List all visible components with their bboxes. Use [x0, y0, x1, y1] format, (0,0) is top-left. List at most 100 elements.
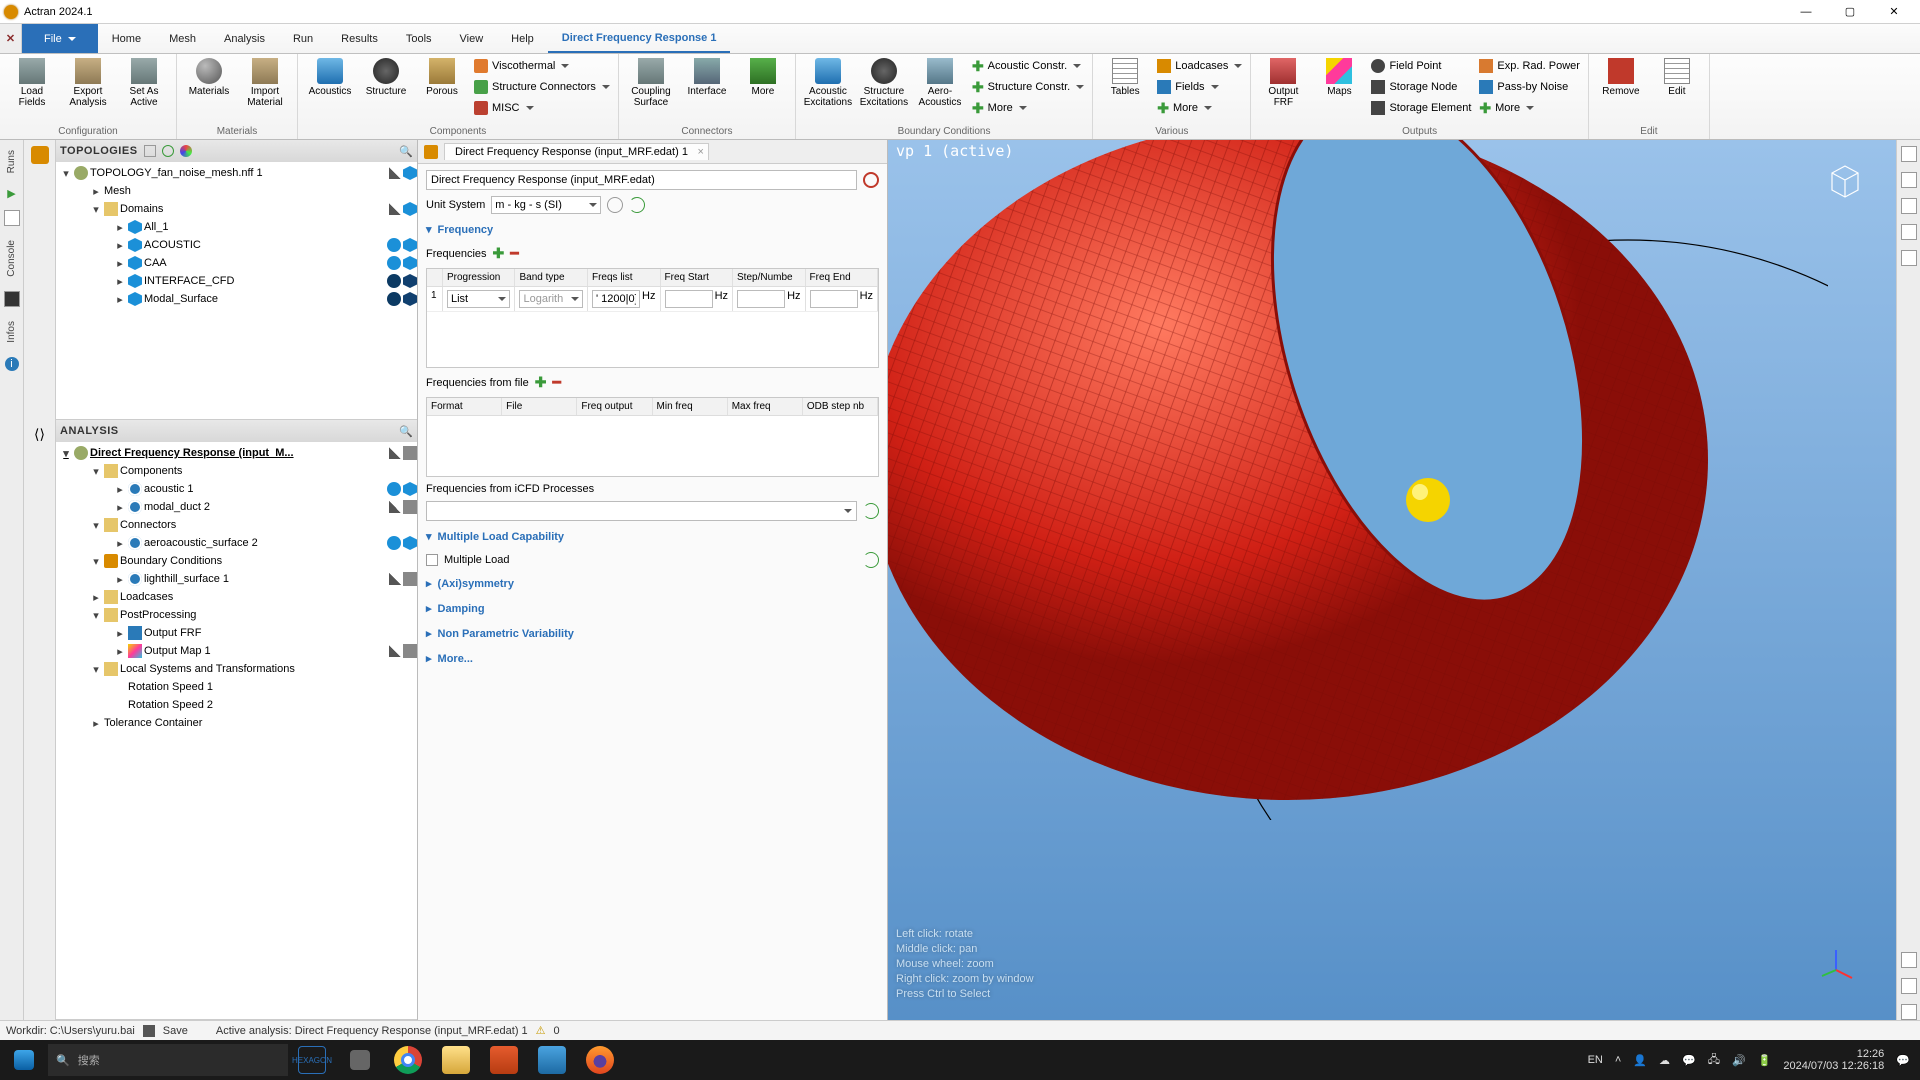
coupling-surface-button[interactable]: CouplingSurface	[625, 56, 677, 110]
tree-item[interactable]: ▸lighthill_surface 1	[56, 570, 417, 588]
taskbar-app-powerpoint[interactable]	[480, 1040, 528, 1080]
aero-acoustics-button[interactable]: Aero-Acoustics	[914, 56, 966, 110]
tool-icon[interactable]	[1901, 250, 1917, 266]
gutter-icon[interactable]	[4, 210, 20, 226]
tool-icon[interactable]	[1901, 1004, 1917, 1020]
edit-icon[interactable]	[389, 203, 401, 215]
multiload-checkbox[interactable]	[426, 554, 438, 566]
warning-icon[interactable]: ⚠	[536, 1024, 546, 1037]
play-icon[interactable]: ▶	[7, 187, 15, 200]
taskbar-app-blue[interactable]	[528, 1040, 576, 1080]
tray-network-icon[interactable]: 🖧	[1708, 1051, 1720, 1070]
tree-item[interactable]: ▸Modal_Surface	[56, 290, 417, 308]
color-icon[interactable]	[180, 145, 192, 157]
structure-constr-button[interactable]: ✚Structure Constr.	[970, 77, 1086, 97]
save-icon[interactable]	[143, 1025, 155, 1037]
bc-more-button[interactable]: ✚More	[970, 98, 1086, 118]
section-axisymmetry[interactable]: ▸(Axi)symmetry	[426, 574, 879, 593]
materials-button[interactable]: Materials	[183, 56, 235, 99]
runs-tab[interactable]: Runs	[6, 146, 17, 177]
table-row[interactable]: 1 List Logarith Hz Hz Hz Hz	[427, 287, 878, 312]
toolbar-icon[interactable]	[162, 145, 174, 157]
section-more[interactable]: ▸More...	[426, 649, 879, 668]
tray-up-icon[interactable]: ˄	[1615, 1054, 1621, 1066]
doc-tab[interactable]: Direct Frequency Response (input_MRF.eda…	[444, 143, 709, 160]
view-cube-icon[interactable]	[1822, 158, 1868, 204]
info-icon[interactable]: i	[5, 357, 19, 371]
refresh-icon[interactable]	[629, 197, 645, 213]
section-multiload[interactable]: ▾Multiple Load Capability	[426, 527, 879, 546]
menu-tools[interactable]: Tools	[392, 24, 446, 53]
menu-analysis[interactable]: Analysis	[210, 24, 279, 53]
tool-icon[interactable]	[1901, 172, 1917, 188]
tree-localsys[interactable]: ▾Local Systems and Transformations	[56, 660, 417, 678]
unit-system-dropdown[interactable]: m - kg - s (SI)	[491, 196, 601, 214]
expand-icon[interactable]: ⟨⟩	[34, 426, 45, 443]
output-frf-button[interactable]: OutputFRF	[1257, 56, 1309, 110]
tree-item[interactable]: Rotation Speed 1	[56, 678, 417, 696]
step-input[interactable]	[737, 290, 785, 308]
menu-home[interactable]: Home	[98, 24, 155, 53]
maps-button[interactable]: Maps	[1313, 56, 1365, 99]
menu-run[interactable]: Run	[279, 24, 327, 53]
file-menu[interactable]: File	[22, 24, 98, 53]
analysis-root[interactable]: ▾Direct Frequency Response (input_M...	[56, 444, 417, 462]
edit-icon[interactable]	[389, 645, 401, 657]
viscothermal-button[interactable]: Viscothermal	[472, 56, 612, 76]
tables-button[interactable]: Tables	[1099, 56, 1151, 99]
taskbar-app-hexagon[interactable]: HEXAGON	[288, 1040, 336, 1080]
tool-icon[interactable]	[1901, 978, 1917, 994]
topology-tab-icon[interactable]	[31, 146, 49, 164]
tree-item[interactable]: ▸CAA	[56, 254, 417, 272]
load-fields-button[interactable]: LoadFields	[6, 56, 58, 110]
tree-root[interactable]: ▾TOPOLOGY_fan_noise_mesh.nff 1	[56, 164, 417, 182]
close-button[interactable]: ✕	[1872, 2, 1916, 22]
tree-components[interactable]: ▾Components	[56, 462, 417, 480]
tree-domains[interactable]: ▾Domains	[56, 200, 417, 218]
taskbar-task-view[interactable]	[336, 1040, 384, 1080]
tree-item[interactable]: ▸Output Map 1	[56, 642, 417, 660]
tree-loadcases[interactable]: ▸Loadcases	[56, 588, 417, 606]
misc-button[interactable]: MISC	[472, 98, 612, 118]
console-icon[interactable]	[4, 291, 20, 307]
analysis-name-field[interactable]	[426, 170, 857, 190]
interface-button[interactable]: Interface	[681, 56, 733, 99]
export-analysis-button[interactable]: ExportAnalysis	[62, 56, 114, 110]
tree-tolerance[interactable]: ▸Tolerance Container	[56, 714, 417, 732]
set-as-active-button[interactable]: Set AsActive	[118, 56, 170, 110]
bandtype-dropdown[interactable]: Logarith	[519, 290, 583, 308]
import-material-button[interactable]: ImportMaterial	[239, 56, 291, 110]
tool-icon[interactable]	[1901, 198, 1917, 214]
tree-item[interactable]: ▸INTERFACE_CFD	[56, 272, 417, 290]
storage-node-button[interactable]: Storage Node	[1369, 77, 1473, 97]
fields-button[interactable]: Fields	[1155, 77, 1244, 97]
edit-button[interactable]: Edit	[1651, 56, 1703, 99]
tree-item[interactable]: ▸modal_duct 2	[56, 498, 417, 516]
tool-icon[interactable]	[1901, 146, 1917, 162]
loadcases-button[interactable]: Loadcases	[1155, 56, 1244, 76]
target-icon[interactable]	[863, 172, 879, 188]
tray-people-icon[interactable]: 👤	[1633, 1054, 1647, 1067]
unit-info-icon[interactable]	[607, 197, 623, 213]
maximize-button[interactable]: ▢	[1828, 2, 1872, 22]
tray-chat-icon[interactable]: 💬	[1682, 1054, 1696, 1067]
acoustic-constr-button[interactable]: ✚Acoustic Constr.	[970, 56, 1086, 76]
acoustic-excitations-button[interactable]: AcousticExcitations	[802, 56, 854, 110]
menu-mesh[interactable]: Mesh	[155, 24, 210, 53]
section-frequency[interactable]: ▾Frequency	[426, 220, 879, 239]
taskbar-app-chrome[interactable]	[384, 1040, 432, 1080]
toolbar-icon[interactable]	[144, 145, 156, 157]
tray-battery-icon[interactable]: 🔋	[1758, 1054, 1772, 1067]
taskbar-app-explorer[interactable]	[432, 1040, 480, 1080]
close-tab-icon[interactable]: ×	[698, 146, 704, 158]
refresh-icon[interactable]	[863, 552, 879, 568]
freq-start-input[interactable]	[665, 290, 713, 308]
add-file-icon[interactable]: ✚	[535, 374, 547, 391]
tree-item[interactable]: ▸Output FRF	[56, 624, 417, 642]
remove-frequency-icon[interactable]: ━	[510, 245, 518, 262]
viewport-3d[interactable]: vp 1 (active) Left click: rotate Middle …	[888, 140, 1896, 1020]
icfd-dropdown[interactable]	[426, 501, 857, 521]
outputs-more-button[interactable]: ✚More	[1477, 98, 1582, 118]
tree-boundary[interactable]: ▾Boundary Conditions	[56, 552, 417, 570]
console-tab[interactable]: Console	[6, 236, 17, 281]
